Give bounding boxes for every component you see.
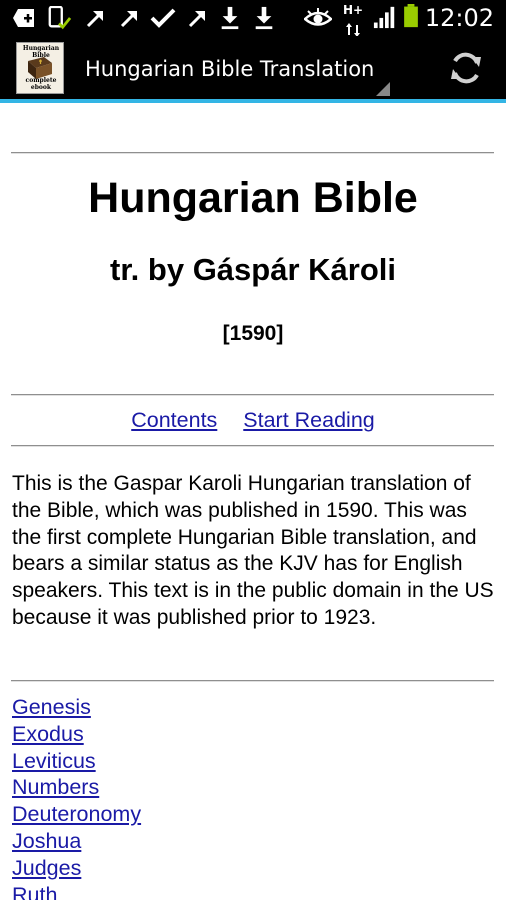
dropdown-indicator-icon[interactable]: [376, 82, 390, 96]
start-reading-link[interactable]: Start Reading: [243, 408, 374, 432]
list-item: Exodus: [12, 721, 494, 748]
missed-call-icon: [120, 11, 137, 28]
list-item: Numbers: [12, 774, 494, 801]
list-item: Judges: [12, 855, 494, 882]
app-title[interactable]: Hungarian Bible Translation: [85, 54, 374, 84]
nav-links: Contents Start Reading: [0, 406, 506, 434]
app-logo-subtitle: complete ebook: [25, 77, 57, 91]
page-title: Hungarian Bible: [88, 174, 418, 222]
book-link-ruth[interactable]: Ruth: [12, 883, 57, 900]
download-icon: [221, 6, 239, 30]
check-icon: [150, 8, 176, 28]
list-item: Leviticus: [12, 748, 494, 775]
clock: 12:02: [424, 4, 494, 32]
download-icon: [255, 6, 273, 30]
list-item: Deuteronomy: [12, 801, 494, 828]
book-link-exodus[interactable]: Exodus: [12, 722, 84, 746]
divider: [11, 445, 494, 447]
book-link-numbers[interactable]: Numbers: [12, 775, 99, 799]
network-type-label: H+: [343, 3, 364, 17]
missed-call-icon: [86, 11, 103, 28]
add-box-icon: [13, 9, 34, 27]
intro-paragraph: This is the Gaspar Karoli Hungarian tran…: [12, 472, 494, 629]
web-content[interactable]: Hungarian Bible tr. by Gáspár Károli [15…: [0, 103, 506, 900]
list-item: Genesis: [12, 694, 494, 721]
book-link-joshua[interactable]: Joshua: [12, 829, 81, 853]
book-link-deuteronomy[interactable]: Deuteronomy: [12, 802, 141, 826]
page-subtitle: tr. by Gáspár Károli: [110, 252, 396, 287]
contents-link[interactable]: Contents: [131, 408, 217, 432]
divider: [11, 680, 494, 682]
phone-check-icon: [48, 6, 72, 30]
eye-icon: [304, 8, 332, 26]
refresh-icon[interactable]: [448, 49, 484, 87]
missed-call-icon: [188, 11, 205, 28]
book-link-judges[interactable]: Judges: [12, 856, 81, 880]
publication-year: [1590]: [222, 322, 284, 345]
list-item: Ruth: [12, 882, 494, 900]
divider: [11, 152, 494, 154]
signal-bars-icon: [373, 6, 395, 29]
book-link-leviticus[interactable]: Leviticus: [12, 749, 96, 773]
divider: [11, 394, 494, 396]
book-list: Genesis Exodus Leviticus Numbers Deutero…: [12, 694, 494, 900]
book-link-genesis[interactable]: Genesis: [12, 695, 91, 719]
battery-icon: [404, 4, 418, 28]
list-item: Joshua: [12, 828, 494, 855]
app-logo[interactable]: Hungarian Bible complete ebook: [16, 42, 64, 94]
status-bar: H+ 12:02: [0, 0, 506, 37]
